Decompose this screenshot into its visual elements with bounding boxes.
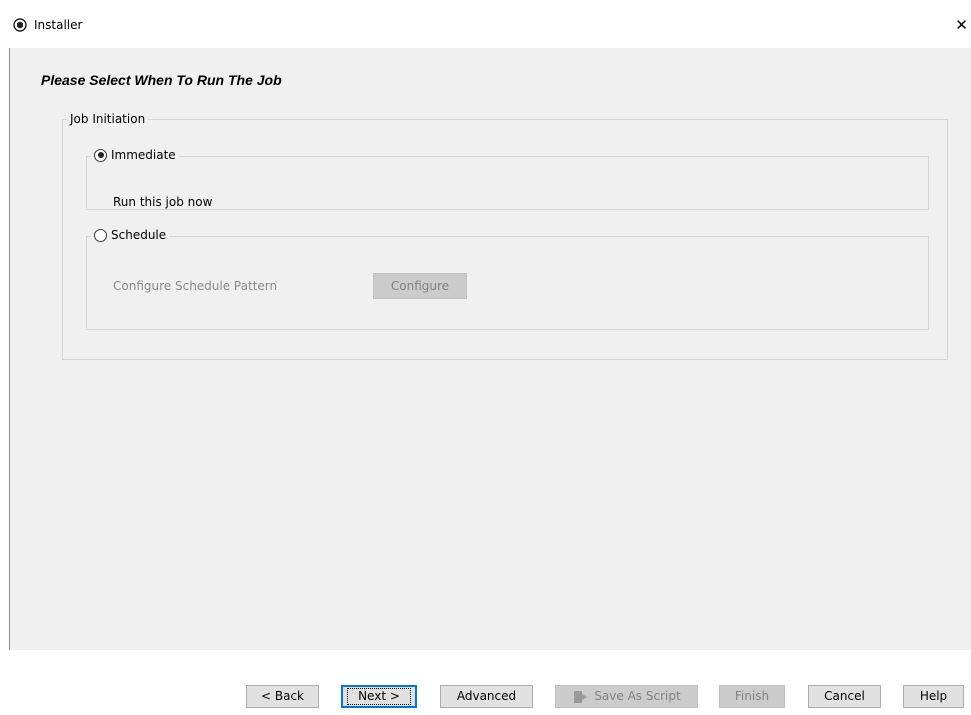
immediate-group: Immediate Run this job now	[86, 148, 929, 210]
schedule-pattern-label: Configure Schedule Pattern	[113, 278, 278, 293]
window-title: Installer	[34, 18, 83, 32]
immediate-description: Run this job now	[113, 194, 213, 209]
job-initiation-legend: Job Initiation	[70, 112, 146, 126]
schedule-group: Schedule Configure Schedule Pattern Conf…	[86, 228, 929, 330]
schedule-label[interactable]: Schedule	[111, 228, 166, 242]
title-bar: Installer ✕	[0, 0, 971, 48]
next-button[interactable]: Next >	[341, 685, 417, 708]
schedule-radio-option[interactable]: Schedule	[94, 228, 166, 242]
help-button[interactable]: Help	[903, 685, 964, 708]
save-as-script-label: Save As Script	[594, 689, 681, 703]
close-icon[interactable]: ✕	[955, 16, 968, 34]
close-button[interactable]: ✕	[952, 14, 971, 36]
finish-button[interactable]: Finish	[719, 685, 785, 708]
content-panel: Please Select When To Run The Job Job In…	[9, 48, 971, 650]
page-title: Please Select When To Run The Job	[41, 72, 282, 88]
schedule-radio[interactable]	[94, 228, 107, 242]
immediate-radio[interactable]	[94, 148, 107, 162]
save-as-script-button[interactable]: Save As Script	[555, 685, 698, 708]
advanced-button[interactable]: Advanced	[440, 685, 533, 708]
schedule-legend[interactable]: Schedule	[91, 228, 169, 245]
immediate-label[interactable]: Immediate	[111, 148, 176, 162]
script-save-icon	[574, 690, 588, 703]
configure-button[interactable]: Configure	[373, 272, 467, 299]
immediate-legend[interactable]: Immediate	[91, 148, 179, 165]
cancel-button[interactable]: Cancel	[808, 685, 881, 708]
next-button-label[interactable]: Next >	[347, 688, 411, 705]
installer-app-icon	[13, 18, 27, 32]
immediate-radio-option[interactable]: Immediate	[94, 148, 176, 162]
back-button[interactable]: < Back	[246, 685, 319, 708]
